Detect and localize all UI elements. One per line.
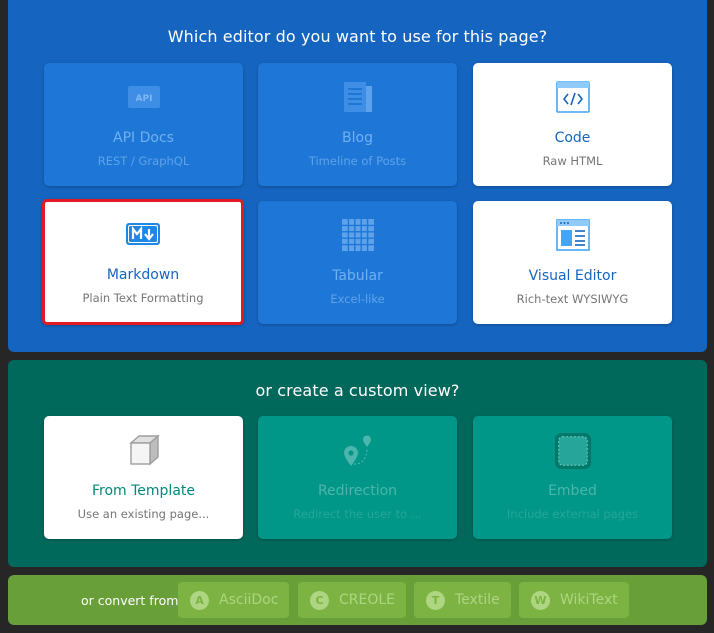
editor-card-tabular[interactable]: Tabular Excel-like [258,201,457,324]
convert-panel: or convert from A AsciiDoc C CREOLE T Te… [8,575,707,625]
wikitext-badge-icon: W [531,590,550,610]
card-subtitle: Include external pages [506,507,639,521]
editor-selection-panel: Which editor do you want to use for this… [8,0,707,352]
card-title: API Docs [113,130,174,146]
convert-wikitext-button[interactable]: W WikiText [519,582,629,618]
card-subtitle: Rich-text WYSIWYG [516,292,629,306]
card-title: Code [554,130,591,146]
embed-icon [554,432,591,470]
button-label: AsciiDoc [219,592,279,608]
editor-section-title: Which editor do you want to use for this… [167,27,548,46]
blog-icon [343,82,372,112]
code-icon [555,81,590,113]
svg-text:API: API [135,94,152,104]
markdown-icon [126,223,160,245]
card-title: Tabular [332,268,383,284]
card-title: Embed [548,483,597,499]
editor-card-code[interactable]: Code Raw HTML [473,63,672,186]
textile-badge-icon: T [426,590,445,610]
card-subtitle: Timeline of Posts [308,154,407,168]
creole-badge-icon: C [310,590,329,610]
button-label: WikiText [560,592,618,608]
card-title: Visual Editor [528,268,617,284]
custom-card-from-template[interactable]: From Template Use an existing page... [44,416,243,539]
convert-creole-button[interactable]: C CREOLE [298,582,406,618]
visual-editor-icon [555,219,590,251]
button-label: Textile [455,592,500,608]
api-icon: API [127,86,160,108]
editor-card-visual-editor[interactable]: Visual Editor Rich-text WYSIWYG [473,201,672,324]
table-icon [341,219,374,251]
cube-icon [128,434,160,466]
card-subtitle: Plain Text Formatting [82,291,204,305]
convert-asciidoc-button[interactable]: A AsciiDoc [178,582,289,618]
editor-card-blog[interactable]: Blog Timeline of Posts [258,63,457,186]
button-label: CREOLE [339,592,396,608]
card-title: Blog [342,130,373,146]
editor-card-api-docs[interactable]: API API Docs REST / GraphQL [44,63,243,186]
custom-section-title: or create a custom view? [255,381,460,400]
card-subtitle: Raw HTML [542,154,603,168]
custom-view-panel: or create a custom view? From Template U… [8,360,707,567]
convert-textile-button[interactable]: T Textile [414,582,511,618]
custom-card-redirection[interactable]: Redirection Redirect the user to ... [258,416,457,539]
card-subtitle: Excel-like [330,292,385,306]
asciidoc-badge-icon: A [190,590,209,610]
card-subtitle: Use an existing page... [77,507,210,521]
card-title: Markdown [106,267,180,283]
card-title: Redirection [317,483,398,499]
map-pin-icon [343,435,371,466]
editor-card-markdown[interactable]: Markdown Plain Text Formatting [42,199,244,325]
custom-card-embed[interactable]: Embed Include external pages [473,416,672,539]
card-subtitle: Redirect the user to ... [293,507,422,521]
card-subtitle: REST / GraphQL [97,154,190,168]
card-title: From Template [91,483,196,499]
convert-label: or convert from [81,593,179,608]
